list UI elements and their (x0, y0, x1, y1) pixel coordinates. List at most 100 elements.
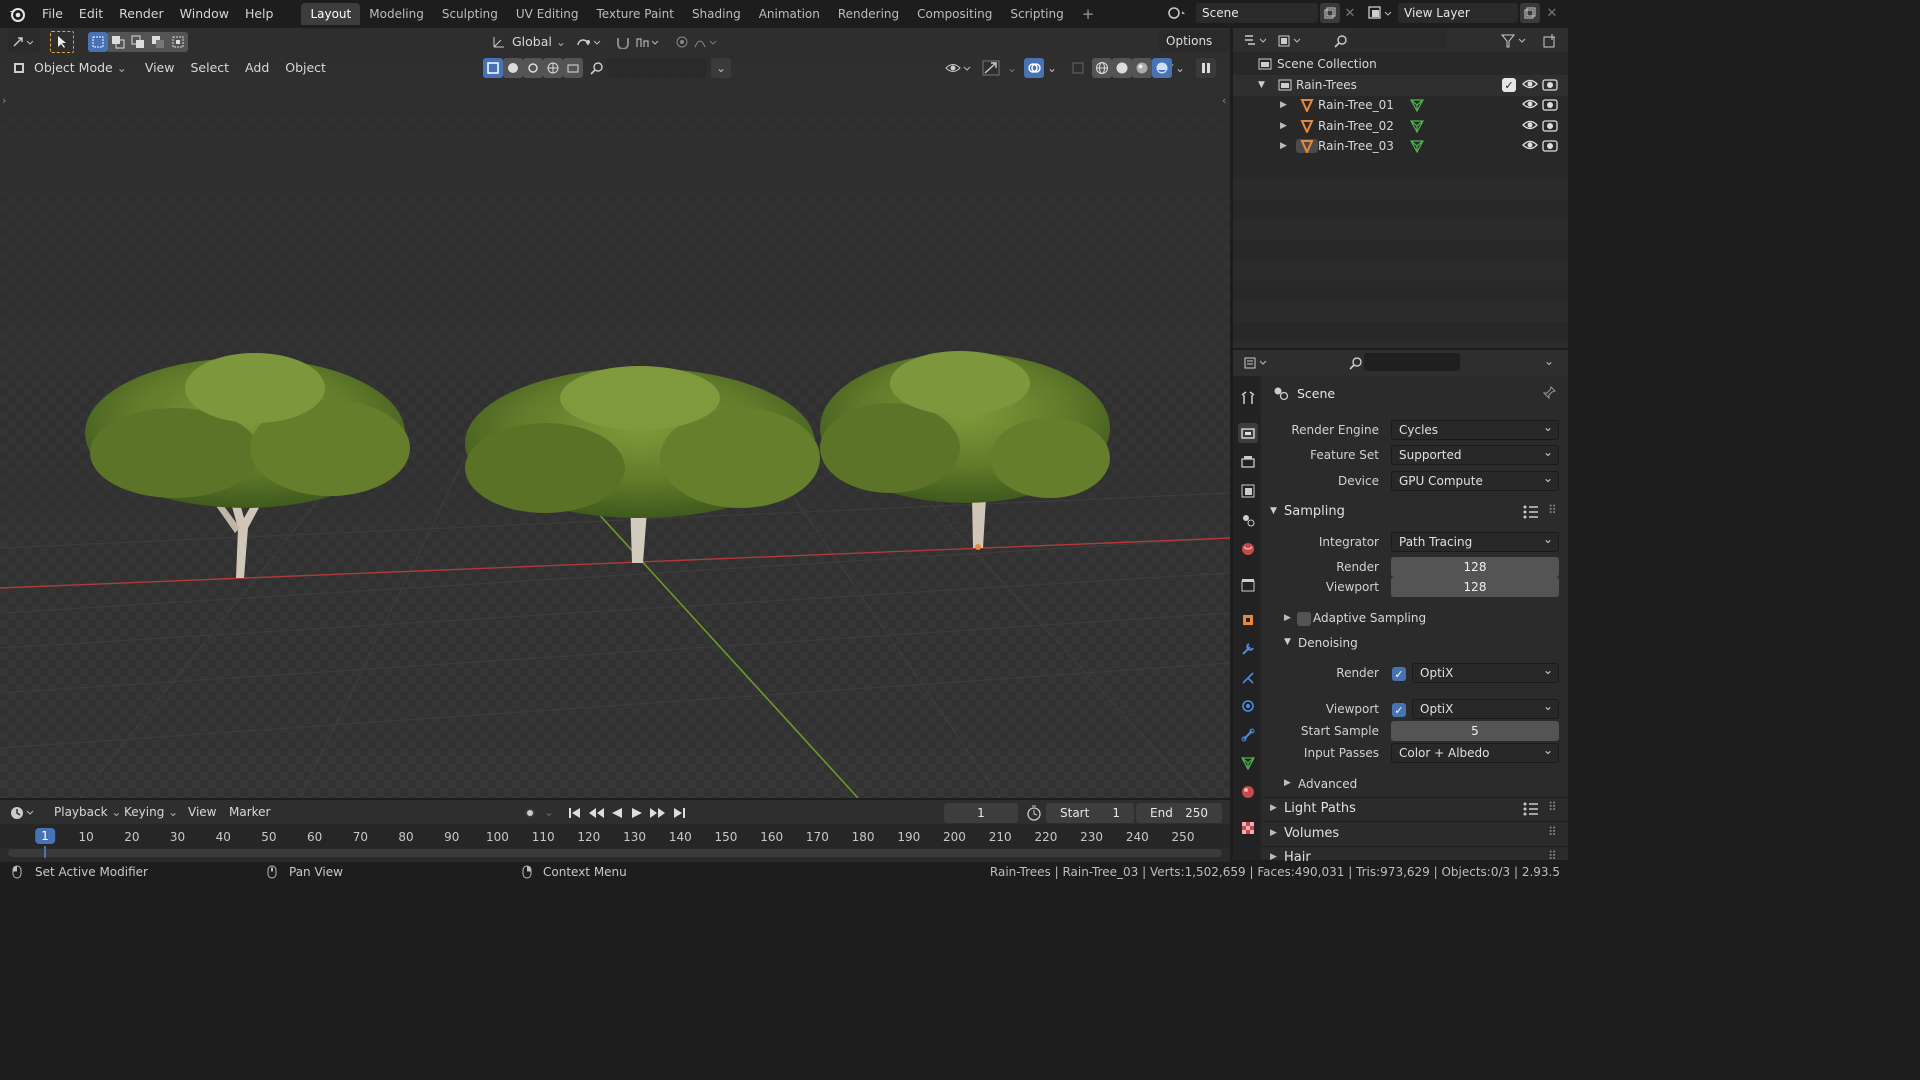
menu-view[interactable]: View (137, 57, 183, 79)
select-box-subtract-icon[interactable] (128, 32, 148, 52)
chevron-down-icon[interactable]: ⌄ (1544, 354, 1554, 368)
advanced-panel-title[interactable]: Advanced (1298, 777, 1357, 791)
next-keyframe-icon[interactable] (648, 806, 666, 823)
overlays-icon[interactable] (1024, 58, 1044, 78)
menu-marker[interactable]: Marker (229, 805, 270, 819)
view-layer-tab-icon[interactable] (1238, 481, 1258, 501)
outliner-editor-type-icon[interactable] (1243, 32, 1273, 50)
mesh-filter-icon[interactable] (483, 58, 503, 78)
xray-icon[interactable] (1068, 58, 1088, 78)
timeline-scrollbar[interactable] (8, 849, 1222, 857)
menu-keying[interactable]: Keying ⌄ (124, 805, 178, 819)
menu-window[interactable]: Window (172, 0, 237, 28)
remove-view-layer-icon[interactable]: ✕ (1542, 3, 1562, 23)
eye-icon[interactable] (1522, 118, 1538, 135)
current-frame-field[interactable]: 1 (944, 803, 1018, 823)
tab-layout[interactable]: Layout (301, 3, 361, 25)
eye-icon[interactable] (1522, 97, 1538, 114)
start-frame-field[interactable]: Start 1 (1046, 803, 1134, 823)
render-samples-field[interactable]: 128 (1391, 557, 1559, 577)
material-tab-icon[interactable] (1238, 782, 1258, 802)
options-dropdown[interactable]: Options ⌄ (1158, 30, 1230, 70)
eye-icon[interactable] (1522, 77, 1538, 94)
end-frame-field[interactable]: End 250 (1136, 803, 1222, 823)
adaptive-sampling-label[interactable]: Adaptive Sampling (1313, 611, 1426, 625)
start-sample-field[interactable]: 5 (1391, 721, 1559, 741)
menu-select[interactable]: Select (182, 57, 237, 79)
collection-tab-icon[interactable] (1238, 575, 1258, 595)
object-tab-icon[interactable] (1238, 610, 1258, 630)
input-passes-dropdown[interactable]: Color + Albedo (1391, 741, 1559, 763)
tab-modeling[interactable]: Modeling (360, 3, 433, 25)
render-tab-icon[interactable] (1238, 423, 1258, 443)
new-collection-icon[interactable] (1539, 32, 1561, 50)
proportional-edit-icon[interactable] (672, 35, 692, 49)
world-tab-icon[interactable] (1238, 539, 1258, 559)
select-box-invert-icon[interactable] (148, 32, 168, 52)
camera-icon[interactable] (1542, 118, 1558, 135)
expand-arrow-icon[interactable]: ▼ (1284, 637, 1291, 647)
adaptive-sampling-checkbox[interactable] (1297, 612, 1311, 626)
blender-logo-icon[interactable] (0, 0, 34, 28)
feature-set-dropdown[interactable]: Supported (1391, 443, 1559, 465)
menu-render[interactable]: Render (111, 0, 172, 28)
menu-object[interactable]: Object (277, 57, 334, 79)
menu-file[interactable]: File (34, 0, 71, 28)
camera-icon[interactable] (1542, 138, 1558, 155)
collection-row[interactable]: ▼ Rain-Trees ✓ (1233, 75, 1568, 96)
tab-uv-editing[interactable]: UV Editing (507, 3, 588, 25)
toolbar-expand-icon[interactable]: › (2, 94, 6, 107)
viewport-search-input[interactable] (607, 58, 707, 78)
render-engine-dropdown[interactable]: Cycles (1391, 418, 1559, 440)
playhead-line[interactable] (44, 846, 46, 858)
snap-target-icon[interactable] (634, 35, 664, 49)
scene-name-field[interactable]: Scene (1196, 3, 1318, 23)
tab-texture-paint[interactable]: Texture Paint (588, 3, 683, 25)
light-filter-icon[interactable] (503, 58, 523, 78)
sampling-panel-title[interactable]: Sampling (1284, 504, 1345, 519)
drag-handle-icon[interactable]: ⠿ (1548, 503, 1557, 517)
outliner-object-row[interactable]: ▶ Rain-Tree_02 (1233, 116, 1568, 137)
constraints-tab-icon[interactable] (1238, 725, 1258, 745)
viewport-samples-field[interactable]: 128 (1391, 577, 1559, 597)
view-layer-icon[interactable] (1366, 3, 1396, 23)
sidebar-expand-icon[interactable]: ‹ (1222, 94, 1226, 107)
display-mode-icon[interactable] (1277, 32, 1307, 50)
denoise-render-dropdown[interactable]: OptiX (1412, 661, 1559, 683)
object-mode-dropdown[interactable]: Object Mode (30, 57, 117, 79)
chevron-down-icon[interactable]: ⌄ (544, 805, 554, 819)
expand-arrow-icon[interactable]: ▶ (1270, 852, 1277, 862)
output-tab-icon[interactable] (1238, 452, 1258, 472)
presets-icon[interactable] (1523, 505, 1539, 522)
filter-dropdown-icon[interactable]: ⌄ (711, 58, 731, 78)
jump-start-icon[interactable] (568, 806, 582, 823)
select-box-new-icon[interactable] (88, 32, 108, 52)
presets-icon[interactable] (1523, 802, 1539, 819)
falloff-icon[interactable] (692, 35, 722, 49)
expand-arrow-icon[interactable]: ▼ (1258, 80, 1270, 90)
timeline-editor-type-icon[interactable] (10, 804, 40, 822)
expand-arrow-icon[interactable]: ▶ (1284, 778, 1291, 788)
tab-scripting[interactable]: Scripting (1001, 3, 1072, 25)
scene-tab-icon[interactable] (1238, 510, 1258, 530)
wireframe-shading-icon[interactable] (1092, 58, 1112, 78)
pin-icon[interactable] (1542, 386, 1556, 403)
3d-viewport[interactable]: Global ⌄ Options ⌄ Object Mode ⌄ View Se… (0, 28, 1230, 798)
new-view-layer-icon[interactable] (1520, 3, 1540, 23)
menu-playback[interactable]: Playback ⌄ (54, 805, 121, 819)
denoise-render-checkbox[interactable]: ✓ (1392, 667, 1406, 681)
properties-search-input[interactable] (1364, 353, 1460, 371)
tab-sculpting[interactable]: Sculpting (433, 3, 507, 25)
filter-icon[interactable] (1501, 32, 1531, 50)
preview-range-icon[interactable] (1026, 805, 1042, 824)
volumes-panel-title[interactable]: Volumes (1284, 826, 1339, 841)
world-filter-icon[interactable] (543, 58, 563, 78)
gizmo-icon[interactable] (978, 60, 1004, 76)
modifier-tab-icon[interactable] (1238, 639, 1258, 659)
add-workspace-icon[interactable]: + (1073, 3, 1104, 25)
empty-filter-icon[interactable] (523, 58, 543, 78)
exclude-checkbox[interactable]: ✓ (1502, 78, 1516, 92)
menu-help[interactable]: Help (237, 0, 282, 28)
mesh-data-tab-icon[interactable] (1238, 753, 1258, 773)
menu-add[interactable]: Add (237, 57, 277, 79)
